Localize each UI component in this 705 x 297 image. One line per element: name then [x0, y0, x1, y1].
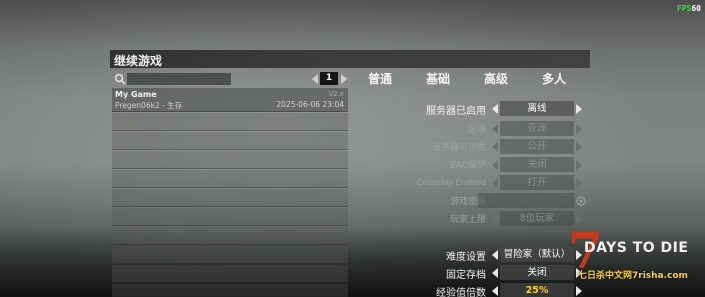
setting-label: 服务器已启用 [426, 106, 486, 117]
setting-value: 打开 [500, 175, 574, 190]
prev-option-arrow [492, 142, 498, 152]
tab-normal[interactable]: 普通 [368, 70, 392, 87]
fps-value: 60 [691, 4, 701, 13]
prev-option-arrow [492, 178, 498, 188]
empty-list-row [112, 113, 348, 131]
empty-list-row [112, 170, 348, 188]
prev-option-arrow [492, 214, 498, 224]
setting-xp-multiplier: 经验值倍数 25% [360, 282, 590, 297]
setting-label: 区域 [467, 125, 486, 135]
save-version: V2.x [328, 90, 344, 98]
setting-game-password: 游戏密码 [360, 192, 590, 210]
page-next-arrow[interactable] [341, 74, 347, 84]
prev-option-arrow[interactable] [492, 250, 498, 260]
setting-fixed-save: 固定存档 关闭 [360, 264, 590, 282]
tab-basic[interactable]: 基础 [426, 70, 450, 87]
prev-option-arrow[interactable] [492, 268, 498, 278]
search-row: 1 [114, 72, 350, 86]
prev-option-arrow[interactable] [492, 286, 498, 296]
next-option-arrow [576, 142, 582, 152]
search-input[interactable] [127, 73, 231, 85]
save-world-mode: Pregen06k2 - 生存 [115, 101, 183, 110]
setting-label: Crossplay Enabled [416, 178, 486, 187]
setting-value: 离线 [500, 101, 574, 116]
fps-label: FPS [676, 4, 692, 13]
tab-multiplayer[interactable]: 多人 [542, 70, 566, 87]
logo-title: DAYS TO DIE [584, 240, 689, 256]
setting-server-enabled: 服务器已启用 离线 [360, 100, 590, 118]
continue-game-panel: 继续游戏 1 My Game V2.x Pregen06k2 - 生存 2025… [110, 50, 590, 297]
setting-server-visibility: 服务器可见性 公开 [360, 138, 590, 156]
next-option-arrow [576, 178, 582, 188]
search-icon [114, 73, 126, 85]
settings-tabs: 普通 基础 高级 多人 [360, 70, 590, 88]
empty-list-row [112, 189, 348, 207]
empty-list-row [112, 132, 348, 150]
empty-list-row [112, 284, 348, 297]
empty-list-row [112, 208, 348, 226]
tab-advanced[interactable]: 高级 [484, 70, 508, 87]
setting-value: 公开 [500, 139, 574, 154]
setting-label: EAC保护 [450, 161, 486, 171]
empty-list-row [112, 265, 348, 283]
setting-value: 25% [500, 283, 574, 297]
empty-list-row [112, 227, 348, 245]
save-list: My Game V2.x Pregen06k2 - 生存 2025-06-06 … [112, 88, 348, 297]
page-prev-arrow[interactable] [312, 74, 318, 84]
save-date: 2025-06-06 23:04 [276, 100, 344, 109]
setting-crossplay: Crossplay Enabled 打开 [360, 174, 590, 192]
setting-label: 经验值倍数 [436, 288, 486, 297]
setting-region: 区域 亚洲 [360, 120, 590, 138]
setting-value: 关闭 [500, 157, 574, 172]
empty-list-row [112, 246, 348, 264]
prev-option-arrow [492, 124, 498, 134]
setting-value: 8位玩家 [500, 211, 574, 226]
empty-list-row [112, 151, 348, 169]
save-name: My Game [115, 90, 157, 99]
setting-value: 亚洲 [500, 121, 574, 136]
settings-list: 服务器已启用 离线 区域 亚洲 服务器可见性 公开 EAC保护 关闭 Cross… [360, 96, 590, 297]
setting-label: 固定存档 [446, 270, 486, 281]
next-option-arrow [576, 124, 582, 134]
fps-counter: FPS60 [677, 4, 701, 13]
title-bar: 继续游戏 [110, 50, 590, 68]
page-title: 继续游戏 [114, 54, 163, 68]
page-number: 1 [320, 72, 338, 85]
game-logo: 7 DAYS TO DIE 七日杀中文网7risha.com [566, 226, 705, 288]
setting-difficulty: 难度设置 冒险家（默认） [360, 246, 590, 264]
setting-value: 冒险家（默认） [500, 247, 574, 262]
password-input[interactable] [478, 193, 574, 208]
setting-eac-protection: EAC保护 关闭 [360, 156, 590, 174]
save-list-item[interactable]: My Game V2.x Pregen06k2 - 生存 2025-06-06 … [112, 88, 348, 112]
prev-option-arrow[interactable] [492, 104, 498, 114]
prev-option-arrow [492, 160, 498, 170]
setting-label: 玩家上限 [449, 215, 486, 225]
next-option-arrow[interactable] [576, 104, 582, 114]
setting-label: 服务器可见性 [431, 143, 486, 153]
eye-icon[interactable] [576, 196, 586, 206]
setting-max-players: 玩家上限 8位玩家 [360, 210, 590, 228]
watermark-text: 七日杀中文网7risha.com [578, 271, 688, 281]
setting-value: 关闭 [500, 265, 574, 280]
setting-label: 难度设置 [446, 252, 486, 263]
next-option-arrow [576, 160, 582, 170]
